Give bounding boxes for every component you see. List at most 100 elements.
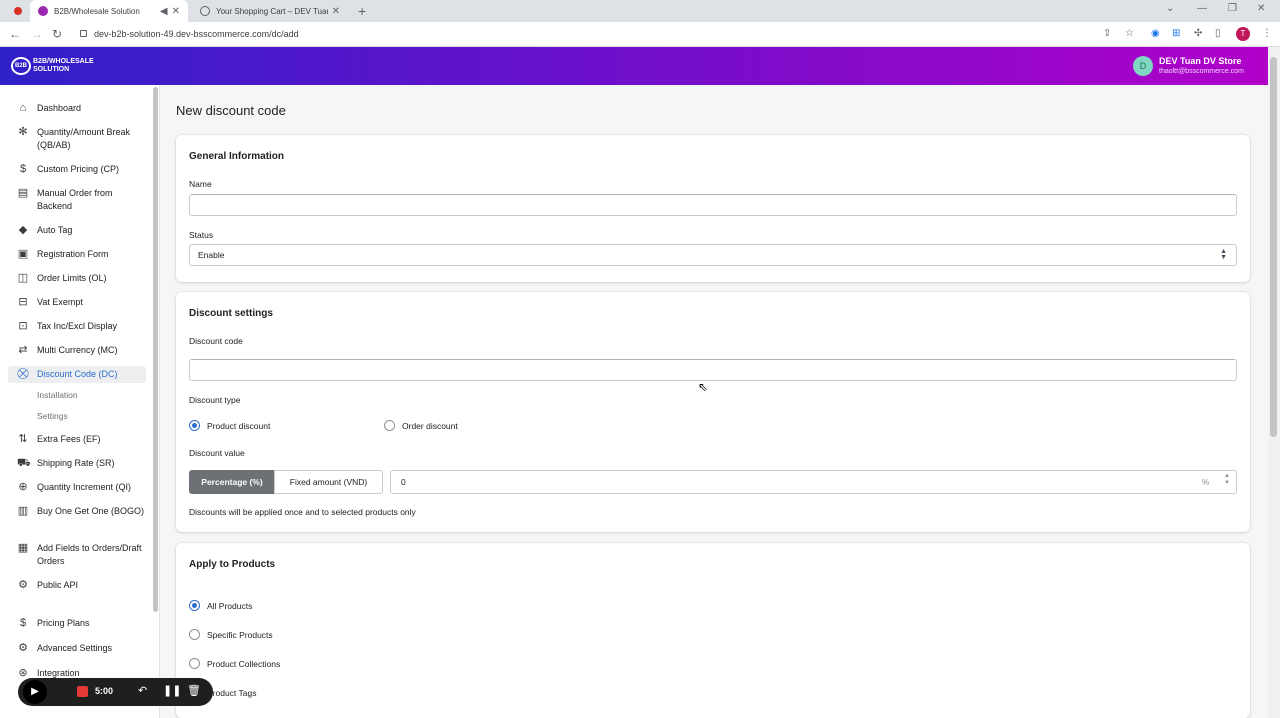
radio-product-discount[interactable]: Product discount (189, 420, 270, 431)
forward-icon[interactable]: → (31, 27, 43, 41)
order-icon: ▤ (17, 187, 29, 199)
fees-icon: ⇅ (18, 433, 28, 445)
discount-code-input[interactable] (189, 359, 1237, 381)
browser-tab-active[interactable]: B2B/Wholesale Solution ◀ ✕ (30, 0, 188, 22)
sidebar-subitem-installation[interactable]: Installation (37, 390, 78, 400)
extension-icon[interactable]: ◉ (1151, 28, 1160, 39)
gift-icon: ▥ (17, 505, 29, 517)
reload-icon[interactable]: ↻ (52, 27, 62, 41)
integration-icon: ⊛ (18, 667, 28, 679)
radio-button[interactable] (384, 420, 395, 431)
sidebar-item-quantity-increment[interactable]: ⊕ Quantity Increment (QI) (8, 479, 146, 496)
close-tab-icon[interactable]: ✕ (332, 6, 340, 17)
store-name[interactable]: DEV Tuan DV Store (1159, 56, 1241, 66)
form-icon: ▣ (17, 248, 29, 260)
sidebar-item-order-limits[interactable]: ◫ Order Limits (OL) (8, 270, 146, 287)
pricing-icon: $ (19, 617, 27, 629)
radio-order-discount[interactable]: Order discount (384, 420, 458, 431)
sidebar-item-extra-fees[interactable]: ⇅ Extra Fees (EF) (8, 431, 146, 448)
new-tab-button[interactable]: + (358, 3, 366, 19)
store-email: thaoltt@bsscommerce.com (1159, 68, 1244, 75)
sidebar-item-multi-currency[interactable]: ⇄ Multi Currency (MC) (8, 342, 146, 359)
scrollbar-thumb[interactable] (1270, 57, 1277, 437)
main-scrollbar[interactable] (1268, 47, 1280, 718)
app-header: B2B B2B/WHOLESALE SOLUTION D DEV Tuan DV… (0, 47, 1268, 85)
undo-icon[interactable]: ↶ (138, 684, 147, 697)
back-icon[interactable]: ← (9, 27, 21, 41)
minimize-icon[interactable]: — (1197, 3, 1207, 14)
browser-tab[interactable]: Your Shopping Cart – DEV Tuan I ✕ (192, 0, 348, 22)
camera-icon[interactable]: ▶ (23, 680, 47, 704)
currency-icon: ⇄ (18, 344, 28, 356)
logo-icon: B2B (11, 57, 31, 75)
percentage-button[interactable]: Percentage (%) (189, 470, 275, 494)
sidebar-item-dashboard[interactable]: ⌂ Dashboard (8, 100, 146, 117)
close-tab-icon[interactable]: ✕ (172, 6, 180, 17)
radio-specific-products[interactable]: Specific Products (189, 629, 273, 640)
sidebar-item-manual-order[interactable]: ▤ Manual Order from Backend (8, 185, 146, 215)
sidebar-item-public-api[interactable]: ⚙ Public API (8, 577, 146, 594)
radio-button[interactable] (189, 658, 200, 669)
mute-tab-icon[interactable]: ◀ (160, 6, 168, 17)
tab-search-icon[interactable]: ⌄ (1166, 3, 1174, 14)
tab-title: B2B/Wholesale Solution (54, 6, 140, 16)
url-field[interactable]: dev-b2b-solution-49.dev-bsscommerce.com/… (94, 29, 299, 39)
browser-tab-bar: B2B/Wholesale Solution ◀ ✕ Your Shopping… (0, 0, 1280, 22)
card-title: General Information (189, 151, 285, 162)
card-title: Apply to Products (189, 559, 276, 570)
profile-avatar[interactable]: T (1236, 27, 1250, 41)
home-icon: ⌂ (19, 102, 27, 114)
share-icon[interactable]: ⇪ (1103, 28, 1111, 39)
tab-title: Your Shopping Cart – DEV Tuan I (216, 6, 328, 16)
discount-code-icon: ⛒ (17, 368, 29, 380)
translate-icon[interactable]: ⊞ (1172, 28, 1180, 39)
discount-value: 0 (401, 477, 406, 487)
recording-indicator-icon (14, 7, 22, 15)
bookmark-star-icon[interactable]: ☆ (1125, 28, 1134, 39)
discount-value-label: Discount value (189, 448, 245, 458)
sidebar-item-pricing-plans[interactable]: $ Pricing Plans (8, 615, 146, 632)
sidebar-item-quantity-amount-break[interactable]: ✻ Quantity/Amount Break (QB/AB) (8, 124, 146, 154)
status-label: Status (189, 230, 214, 240)
recording-timer: 5:00 (95, 686, 114, 696)
pause-icon[interactable]: ❚❚ (163, 684, 181, 697)
menu-kebab-icon[interactable]: ⋮ (1262, 28, 1272, 39)
radio-button[interactable] (189, 600, 200, 611)
sidebar-item-auto-tag[interactable]: ◆ Auto Tag (8, 222, 146, 239)
mouse-cursor-icon: ⇖ (698, 380, 709, 394)
sidebar-item-registration-form[interactable]: ▣ Registration Form (8, 246, 146, 263)
sidebar-scrollbar[interactable] (153, 87, 158, 612)
fixed-amount-button[interactable]: Fixed amount (VND) (274, 470, 383, 494)
app-favicon-icon (38, 6, 48, 16)
store-avatar[interactable]: D (1133, 56, 1153, 76)
sidebar-item-shipping-rate[interactable]: ⛟ Shipping Rate (SR) (8, 455, 146, 472)
radio-button[interactable] (189, 629, 200, 640)
sidebar-item-discount-code[interactable]: ⛒ Discount Code (DC) (8, 366, 146, 383)
sidebar-subitem-settings[interactable]: Settings (37, 411, 68, 421)
discount-value-input[interactable]: 0 (390, 470, 1237, 494)
radio-product-collections[interactable]: Product Collections (189, 658, 280, 669)
radio-all-products[interactable]: All Products (189, 600, 252, 611)
sidebar-item-add-fields[interactable]: ▦ Add Fields to Orders/Draft Orders (8, 540, 146, 570)
globe-icon (200, 6, 210, 16)
sidebar-item-custom-pricing[interactable]: $ Custom Pricing (CP) (8, 161, 146, 178)
sidebar-item-vat-exempt[interactable]: ⊟ Vat Exempt (8, 294, 146, 311)
discount-type-label: Discount type (189, 395, 241, 405)
sidebar-item-bogo[interactable]: ▥ Buy One Get One (BOGO) (8, 503, 146, 520)
radio-button[interactable] (189, 420, 200, 431)
page-title: New discount code (176, 103, 286, 118)
name-input[interactable] (189, 194, 1237, 216)
status-select[interactable]: Enable ▲ ▼ (189, 244, 1237, 266)
sidebar-item-tax-display[interactable]: ⊡ Tax Inc/Excl Display (8, 318, 146, 335)
stop-recording-button[interactable] (77, 686, 88, 697)
extensions-puzzle-icon[interactable]: ✣ (1194, 28, 1202, 39)
sidebar-item-advanced-settings[interactable]: ⚙ Advanced Settings (8, 640, 146, 657)
restore-icon[interactable]: ❐ (1228, 3, 1237, 14)
stepper-arrows-icon[interactable]: ▲ ▼ (1224, 473, 1230, 487)
discount-icon: ✻ (18, 126, 28, 138)
side-panel-icon[interactable]: ▯ (1215, 28, 1221, 39)
increment-icon: ⊕ (18, 481, 28, 493)
close-window-icon[interactable]: ✕ (1257, 3, 1265, 14)
delete-icon[interactable]: 🗑 (187, 684, 201, 697)
card-title: Discount settings (189, 308, 273, 319)
